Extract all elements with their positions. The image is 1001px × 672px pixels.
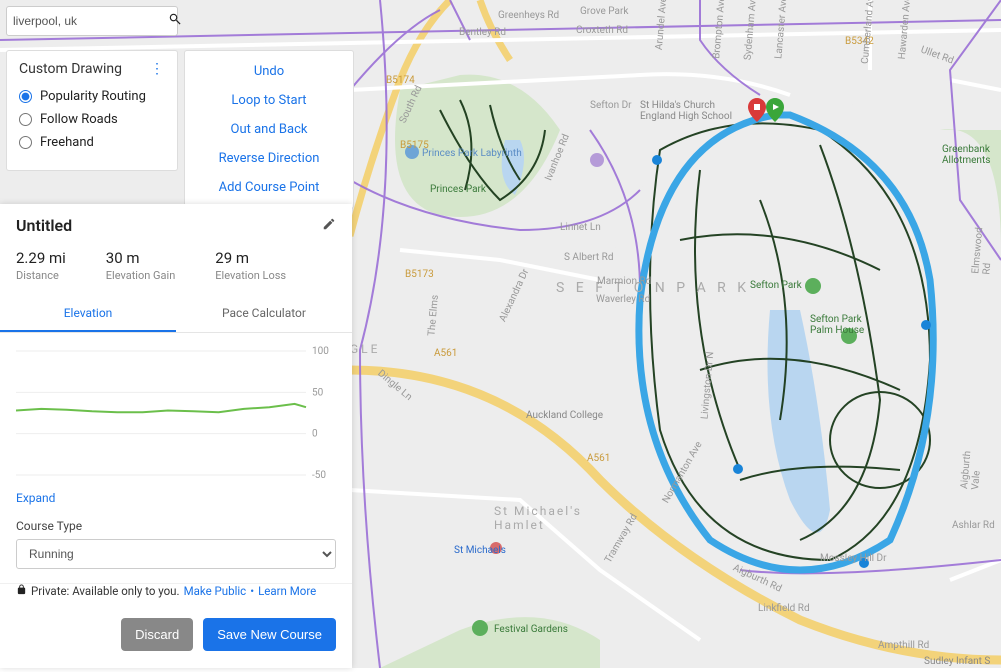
action-reverse[interactable]: Reverse Direction bbox=[185, 144, 353, 173]
stats-row: 2.29 mi Distance 30 m Elevation Gain 29 … bbox=[0, 245, 352, 296]
svg-text:100: 100 bbox=[312, 346, 329, 357]
drawing-menu-icon[interactable]: ⋮ bbox=[150, 61, 165, 77]
action-undo[interactable]: Undo bbox=[185, 57, 353, 86]
search-icon[interactable] bbox=[168, 12, 182, 30]
search-box[interactable] bbox=[6, 6, 178, 36]
radio-follow-roads[interactable]: Follow Roads bbox=[19, 112, 165, 127]
action-out-and-back[interactable]: Out and Back bbox=[185, 115, 353, 144]
save-button[interactable]: Save New Course bbox=[203, 618, 336, 651]
stat-elev-loss: 29 m Elevation Loss bbox=[215, 249, 286, 282]
drawing-title: Custom Drawing bbox=[19, 61, 122, 77]
tabs: Elevation Pace Calculator bbox=[0, 296, 352, 333]
app-viewport: S E F T O N P A R K Princes Park Princes… bbox=[0, 0, 1001, 668]
tab-elevation[interactable]: Elevation bbox=[0, 296, 176, 332]
svg-text:0: 0 bbox=[312, 429, 318, 440]
learn-more-link[interactable]: Learn More bbox=[258, 584, 316, 598]
radio-freehand[interactable]: Freehand bbox=[19, 135, 165, 150]
stat-elev-gain: 30 m Elevation Gain bbox=[106, 249, 176, 282]
action-add-course-point[interactable]: Add Course Point bbox=[185, 173, 353, 202]
svg-text:-50: -50 bbox=[312, 470, 326, 481]
search-input[interactable] bbox=[13, 14, 168, 28]
radio-popularity[interactable]: Popularity Routing bbox=[19, 89, 165, 104]
elevation-chart: 100 50 0 -50 bbox=[0, 333, 352, 491]
svg-text:50: 50 bbox=[312, 387, 324, 398]
course-title: Untitled bbox=[16, 216, 72, 235]
tab-pace[interactable]: Pace Calculator bbox=[176, 296, 352, 332]
drawing-panel: Custom Drawing ⋮ Popularity Routing Foll… bbox=[6, 50, 178, 171]
expand-link[interactable]: Expand bbox=[16, 491, 55, 505]
action-loop[interactable]: Loop to Start bbox=[185, 86, 353, 115]
lock-icon bbox=[16, 584, 27, 598]
course-sidebar: Untitled 2.29 mi Distance 30 m Elevation… bbox=[0, 204, 352, 668]
stat-distance: 2.29 mi Distance bbox=[16, 249, 66, 282]
route-start-marker bbox=[766, 98, 784, 122]
make-public-link[interactable]: Make Public bbox=[184, 584, 247, 598]
course-type-select[interactable]: Running bbox=[16, 539, 336, 569]
edit-title-icon[interactable] bbox=[322, 217, 336, 235]
course-type-label: Course Type bbox=[0, 519, 352, 539]
actions-panel: Undo Loop to Start Out and Back Reverse … bbox=[184, 50, 354, 209]
route-end-marker bbox=[748, 98, 766, 122]
discard-button[interactable]: Discard bbox=[121, 618, 193, 651]
privacy-row: Private: Available only to you. Make Pub… bbox=[0, 584, 352, 610]
